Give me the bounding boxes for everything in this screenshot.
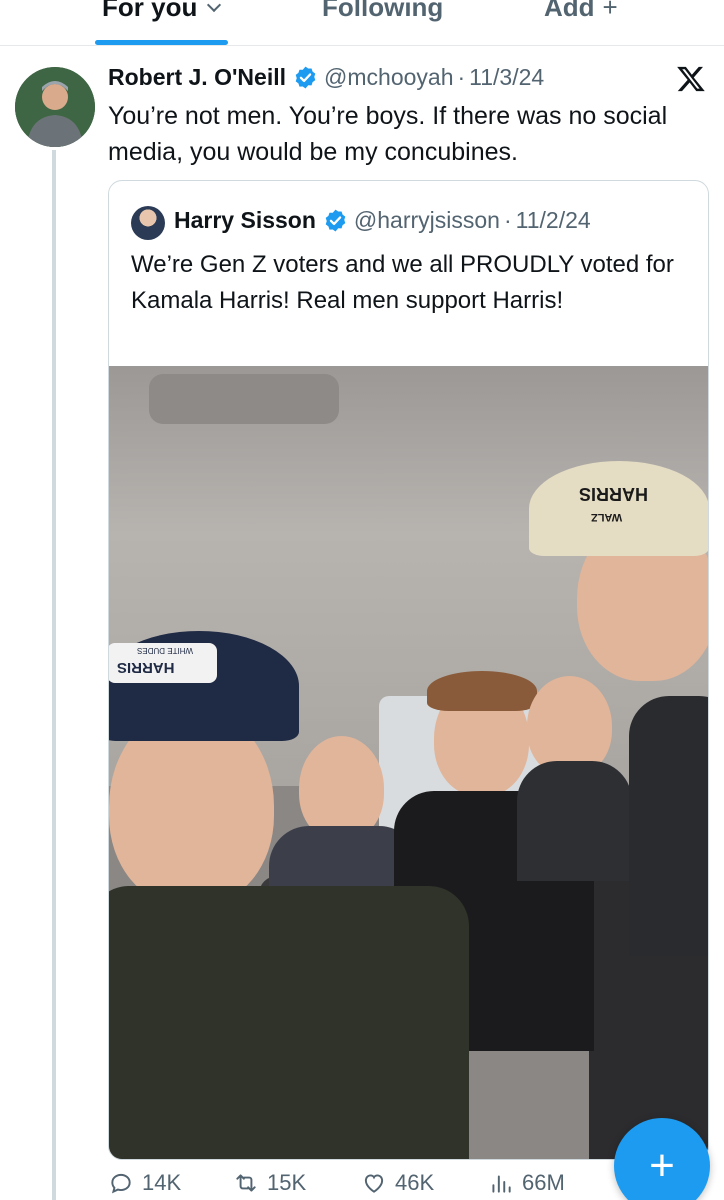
quoted-post[interactable]: Harry Sisson @harryjsisson · 11/2/24 We’… [108,180,709,1160]
heart-icon [364,1174,384,1193]
views-count: 66M [522,1170,565,1195]
photo-shirt [109,886,469,1159]
reply-icon [111,1173,131,1194]
tab-for-you[interactable]: For you [102,0,222,23]
quote-header: Harry Sisson @harryjsisson · 11/2/24 [174,207,591,234]
photo-hair [427,671,537,711]
post-text: You’re not men. You’re boys. If there wa… [108,102,668,166]
plus-icon: + [649,1141,675,1190]
post-header: Robert J. O'Neill @mchooyah · 11/3/24 [108,64,544,91]
photo-cap: HARRIS WALZ [529,461,708,556]
quote-avatar[interactable] [131,206,165,240]
separator: · [503,207,512,233]
photo-overhead-console [149,374,339,424]
separator: · [457,64,466,90]
author-name[interactable]: Robert J. O'Neill [108,64,286,91]
like-button[interactable]: 46K [361,1170,434,1196]
quote-author-handle[interactable]: @harryjsisson [354,207,500,234]
like-count: 46K [395,1170,435,1195]
photo-cap: HARRIS WHITE DUDES [109,631,299,741]
tab-add[interactable]: Add + [544,0,618,23]
repost-icon [236,1174,256,1192]
views-chart-icon [492,1175,511,1193]
tab-add-label: Add [544,0,595,22]
active-tab-indicator [95,40,228,45]
reply-button[interactable]: 14K [108,1170,181,1196]
tab-for-you-label: For you [102,0,198,22]
quote-photo[interactable]: HARRIS WALZ HARRIS WHITE DUDES [109,366,708,1159]
plus-icon: + [602,0,618,22]
verified-badge-icon [295,66,316,89]
quote-text: We’re Gen Z voters and we all PROUDLY vo… [131,251,674,314]
avatar[interactable] [15,67,95,147]
timeline-tabs: For you Following Add + [0,0,724,46]
quote-date[interactable]: 11/2/24 [516,207,591,234]
post-date[interactable]: 11/3/24 [469,64,544,91]
chevron-down-icon[interactable] [207,0,222,13]
repost-count: 15K [267,1170,307,1195]
verified-badge-icon [325,209,346,232]
photo-cap-subtext: WHITE DUDES [137,646,193,655]
avatar-image [15,67,95,147]
quote-author-name[interactable]: Harry Sisson [174,207,316,234]
photo-cap-text: HARRIS [117,659,175,676]
photo-cap-badge: HARRIS WHITE DUDES [109,643,217,683]
tab-following-label: Following [322,0,444,22]
reply-count: 14K [142,1170,182,1195]
photo-shirt [629,696,708,956]
photo-cap-text: HARRIS [579,484,649,504]
x-logo-icon [677,66,705,92]
tab-following[interactable]: Following [322,0,443,23]
repost-button[interactable]: 15K [233,1170,306,1196]
photo-cap-subtext: WALZ [591,511,623,523]
author-handle[interactable]: @mchooyah [324,64,453,91]
thread-line [52,150,56,1200]
views-button[interactable]: 66M [488,1170,565,1196]
photo-shirt [517,761,632,881]
